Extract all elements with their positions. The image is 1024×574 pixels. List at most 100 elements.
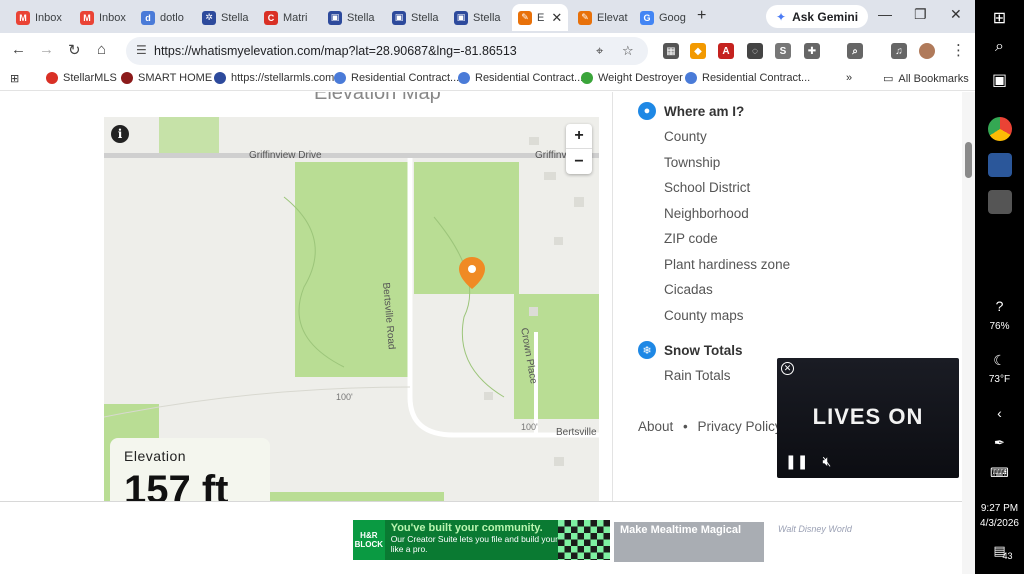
back-button[interactable]: ← xyxy=(11,41,26,58)
clock-date[interactable]: 4/3/2026 xyxy=(975,518,1024,529)
media-control-icon[interactable]: ♫ xyxy=(891,43,907,59)
gmail-icon: M xyxy=(80,10,94,25)
sidebar-link-neighborhood[interactable]: Neighborhood xyxy=(664,206,749,221)
video-ad-player[interactable]: ✕ LIVES ON ❚❚ 🔇︎ xyxy=(777,358,959,478)
chrome-icon[interactable] xyxy=(988,117,1012,141)
zoom-in-button[interactable]: + xyxy=(566,124,592,149)
hr-block-ad[interactable]: H&R BLOCK You've built your community. O… xyxy=(353,520,610,560)
screen-search-icon[interactable]: ⌕ xyxy=(847,43,863,59)
reload-button[interactable]: ↻ xyxy=(68,41,81,59)
stellar-icon: ▣ xyxy=(454,10,468,25)
sidebar-link-plant-hardiness-zone[interactable]: Plant hardiness zone xyxy=(664,257,790,272)
keyboard-icon[interactable]: ⌨ xyxy=(975,465,1024,481)
restore-button[interactable]: ❐ xyxy=(914,6,927,23)
gmail-icon: M xyxy=(16,10,30,25)
ask-gemini-button[interactable]: ✦ Ask Gemini xyxy=(766,5,869,28)
browser-tab[interactable]: ✎ Elevat xyxy=(572,4,630,31)
browser-tab[interactable]: ✲ Stella xyxy=(196,4,254,31)
more-bookmarks-chevron-icon[interactable]: » xyxy=(846,72,852,84)
close-tab-icon[interactable]: ✕ xyxy=(551,10,562,26)
sidebar-link-township[interactable]: Township xyxy=(664,155,720,170)
browser-tab[interactable]: G Goog xyxy=(634,4,692,31)
bookmark-item[interactable]: Residential Contract... xyxy=(685,72,810,84)
map-info-button[interactable]: i xyxy=(111,125,129,143)
extension-icon[interactable]: ▦ xyxy=(663,43,679,59)
bookmark-item[interactable]: https://stellarmls.com xyxy=(214,72,334,84)
task-view-icon[interactable]: ▣ xyxy=(975,70,1024,90)
zoom-out-button[interactable]: − xyxy=(566,149,592,174)
bookmark-favicon-icon xyxy=(46,72,58,84)
close-video-icon[interactable]: ✕ xyxy=(781,362,794,375)
apps-grid-icon[interactable]: ⊞ xyxy=(10,72,19,85)
mute-icon[interactable]: 🔇︎ xyxy=(822,453,831,470)
pdf-extension-icon[interactable]: A xyxy=(718,43,734,59)
bookmark-item[interactable]: SMART HOME xyxy=(121,72,212,84)
all-bookmarks-label: All Bookmarks xyxy=(898,72,969,85)
new-tab-button[interactable]: + xyxy=(697,7,706,25)
close-window-button[interactable]: ✕ xyxy=(950,6,962,23)
address-bar[interactable]: ☰ https://whatismyelevation.com/map?lat=… xyxy=(126,37,648,65)
browser-tab[interactable]: M Inbox xyxy=(10,4,70,31)
browser-tab[interactable]: d dotlo xyxy=(135,4,193,31)
video-text: LIVES ON xyxy=(812,404,924,429)
help-icon[interactable]: ? xyxy=(975,298,1024,314)
bookmark-label: Residential Contract... xyxy=(702,72,811,84)
sidebar-link-zip-code[interactable]: ZIP code xyxy=(664,231,718,246)
mealtime-ad[interactable]: Make Mealtime Magical xyxy=(614,522,764,562)
location-icon[interactable]: ⌖ xyxy=(596,43,603,59)
pause-icon[interactable]: ❚❚ xyxy=(785,453,808,470)
bookmark-label: Residential Contract... xyxy=(475,72,584,84)
contour-label: 100' xyxy=(521,422,538,432)
page-scrollbar[interactable] xyxy=(962,92,975,574)
search-icon[interactable]: ⌕ xyxy=(975,38,1024,56)
bookmark-item[interactable]: Residential Contract... xyxy=(334,72,459,84)
script-extension-icon[interactable]: S xyxy=(775,43,791,59)
chevron-left-icon[interactable]: ‹ xyxy=(975,405,1024,421)
sidebar-link-school-district[interactable]: School District xyxy=(664,180,750,195)
browser-tab[interactable]: ▣ Stella xyxy=(386,4,444,31)
privacy-policy-link[interactable]: Privacy Policy xyxy=(698,419,782,434)
bookmark-item[interactable]: Residential Contract... xyxy=(458,72,583,84)
pen-icon[interactable]: ✒ xyxy=(975,435,1024,451)
folder-icon: ▭ xyxy=(883,73,894,85)
bookmark-item[interactable]: StellarMLS xyxy=(46,72,117,84)
browser-tab[interactable]: M Inbox xyxy=(74,4,132,31)
rain-totals-link[interactable]: Rain Totals xyxy=(664,368,731,383)
about-link[interactable]: About xyxy=(638,419,673,434)
gemini-icon: ✦ xyxy=(776,9,787,24)
windows-start-icon[interactable]: ⊞ xyxy=(975,8,1024,28)
home-button[interactable]: ⌂ xyxy=(97,41,106,58)
clock-time[interactable]: 9:27 PM xyxy=(975,503,1024,514)
battery-percent[interactable]: 76% xyxy=(975,321,1024,332)
puzzle-extensions-icon[interactable]: ✚ xyxy=(804,43,820,59)
minimize-button[interactable]: — xyxy=(878,6,892,22)
all-bookmarks-button[interactable]: ▭ All Bookmarks xyxy=(883,72,969,86)
word-icon[interactable] xyxy=(988,153,1012,177)
sidebar-link-county-maps[interactable]: County maps xyxy=(664,308,744,323)
scrollbar-thumb[interactable] xyxy=(965,142,972,178)
browser-tab[interactable]: ▣ Stella xyxy=(322,4,382,31)
profile-avatar[interactable] xyxy=(919,43,935,59)
bookmark-item[interactable]: Weight Destroyer xyxy=(581,72,683,84)
snow-totals-link[interactable]: ❄ Snow Totals xyxy=(638,341,743,359)
menu-kebab-icon[interactable]: ⋮ xyxy=(951,41,966,59)
weather-moon-icon[interactable]: ☾ xyxy=(975,352,1024,369)
sidebar-link-county[interactable]: County xyxy=(664,129,707,144)
browser-tab[interactable]: ✎ E ✕ xyxy=(512,4,568,31)
tab-label: Stella xyxy=(473,11,501,24)
bookmark-star-icon[interactable]: ☆ xyxy=(622,43,634,59)
elevation-label: Elevation xyxy=(124,448,187,464)
sidebar-link-cicadas[interactable]: Cicadas xyxy=(664,282,713,297)
where-am-i-link[interactable]: ● Where am I? xyxy=(638,102,744,120)
tab-label: Elevat xyxy=(597,11,628,24)
site-settings-icon[interactable]: ☰ xyxy=(136,43,147,57)
chat-extension-icon[interactable]: ◌ xyxy=(747,43,763,59)
disney-ad[interactable]: Walt Disney World xyxy=(778,524,852,534)
temperature[interactable]: 73°F xyxy=(975,374,1024,385)
extension-diamond-icon[interactable]: ◆ xyxy=(690,43,706,59)
forward-button[interactable]: → xyxy=(39,41,54,58)
browser-tab[interactable]: C Matri xyxy=(258,4,318,31)
road-label: Bertsville xyxy=(556,427,597,438)
app-icon[interactable] xyxy=(988,190,1012,214)
browser-tab[interactable]: ▣ Stella xyxy=(448,4,508,31)
